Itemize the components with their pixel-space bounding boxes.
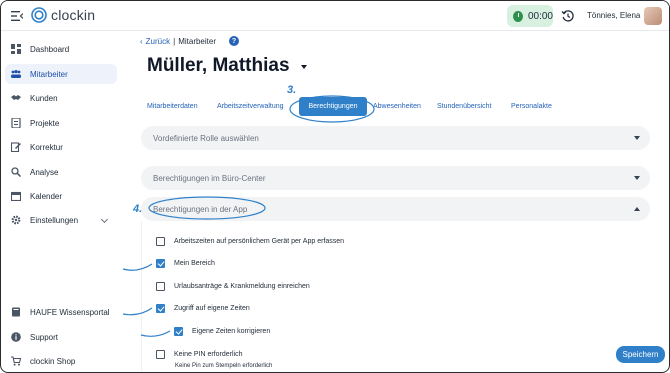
role-select[interactable]: Vordefinierte Rolle auswählen — [141, 126, 650, 150]
tab-abwesenheiten[interactable]: Abwesenheiten — [373, 103, 421, 110]
avatar[interactable] — [644, 7, 662, 25]
caret-down-icon — [634, 176, 640, 180]
permission-hint: Keine Pin zum Stempeln erforderlich — [175, 363, 273, 369]
timer-value: 00:00 — [527, 10, 553, 22]
permission-row[interactable]: Urlaubsanträge & Krankmeldung einreichen — [156, 282, 310, 291]
sidebar-item-korrektur[interactable]: Korrektur — [5, 137, 117, 157]
app-window: clockin 00:00 Tönnies, Elena Dashboard M… — [0, 0, 670, 373]
permission-label: Keine PIN erforderlich — [174, 351, 243, 358]
permission-checkbox[interactable] — [156, 304, 165, 313]
sidebar-item-shop[interactable]: clockin Shop — [5, 351, 117, 371]
collapse-menu-icon[interactable] — [11, 10, 23, 22]
sidebar-item-analyse[interactable]: Analyse — [5, 162, 117, 182]
help-icon[interactable]: ? — [229, 36, 239, 46]
clockin-logo-icon — [31, 7, 47, 23]
calendar-icon — [11, 191, 21, 201]
breadcrumb: ‹ Zurück | Mitarbeiter ? — [140, 36, 239, 46]
tab-berechtigungen[interactable]: Berechtigungen — [299, 97, 367, 116]
permission-row[interactable]: Arbeitszeiten auf persönlichem Gerät per… — [156, 237, 344, 246]
permission-checkbox[interactable] — [156, 237, 165, 246]
sidebar-item-label: Analyse — [30, 167, 59, 177]
app-permissions-label: Berechtigungen in der App — [153, 204, 248, 214]
list-icon — [11, 118, 21, 128]
sidebar-item-label: clockin Shop — [30, 356, 76, 366]
clock-icon — [513, 10, 523, 22]
sidebar-item-kunden[interactable]: Kunden — [5, 88, 117, 108]
tab-arbeitszeitverwaltung[interactable]: Arbeitszeitverwaltung — [217, 103, 284, 110]
back-chevron-icon[interactable]: ‹ — [140, 37, 143, 46]
sidebar-item-dashboard[interactable]: Dashboard — [5, 39, 117, 59]
chevron-down-icon — [100, 215, 109, 224]
sidebar: Dashboard Mitarbeiter Kunden Projekte Ko… — [1, 31, 125, 372]
annotation-step-4: 4. — [133, 203, 143, 215]
sidebar-item-projekte[interactable]: Projekte — [5, 113, 117, 133]
caret-down-icon — [634, 136, 640, 140]
logo[interactable]: clockin — [31, 7, 95, 23]
permission-checkbox[interactable] — [156, 282, 165, 291]
sidebar-item-label: Mitarbeiter — [30, 69, 68, 79]
timer-button[interactable]: 00:00 — [507, 5, 553, 27]
sidebar-item-label: HAUFE Wissensportal — [30, 307, 110, 317]
search-icon — [11, 167, 21, 177]
app-permissions-section[interactable]: Berechtigungen in der App — [141, 197, 650, 221]
edit-icon — [11, 142, 21, 152]
sidebar-item-kalender[interactable]: Kalender — [5, 186, 117, 206]
permission-checkbox[interactable] — [156, 350, 165, 359]
top-bar: clockin 00:00 Tönnies, Elena — [1, 1, 669, 31]
tab-mitarbeiterdaten[interactable]: Mitarbeiterdaten — [147, 103, 198, 110]
tab-stundenuebersicht[interactable]: Stundenübersicht — [437, 103, 491, 110]
permission-row[interactable]: Zugriff auf eigene Zeiten — [156, 304, 250, 313]
sidebar-item-mitarbeiter[interactable]: Mitarbeiter — [5, 64, 117, 84]
info-icon — [11, 332, 21, 342]
office-permissions-label: Berechtigungen im Büro-Center — [153, 173, 266, 183]
sidebar-item-label: Korrektur — [30, 142, 63, 152]
permission-label: Mein Bereich — [174, 260, 215, 267]
sidebar-item-label: Projekte — [30, 118, 60, 128]
cart-icon — [11, 356, 21, 366]
sidebar-item-haufe[interactable]: HAUFE Wissensportal — [5, 302, 117, 322]
people-icon — [11, 70, 21, 78]
sidebar-item-label: Support — [30, 332, 59, 342]
permission-label: Arbeitszeiten auf persönlichem Gerät per… — [174, 238, 345, 245]
permission-label: Eigene Zeiten korrigieren — [192, 328, 271, 335]
role-select-label: Vordefinierte Rolle auswählen — [153, 133, 259, 143]
tab-personalakte[interactable]: Personalakte — [511, 103, 552, 110]
app-name: clockin — [51, 7, 96, 23]
user-name[interactable]: Tönnies, Elena — [587, 11, 640, 20]
gear-icon — [11, 215, 21, 225]
permission-checkbox[interactable] — [156, 259, 165, 268]
annotation-step-3: 3. — [287, 84, 297, 96]
permission-row[interactable]: Mein Bereich — [156, 259, 215, 268]
permission-label: Urlaubsanträge & Krankmeldung einreichen — [174, 283, 310, 290]
permission-row[interactable]: Eigene Zeiten korrigieren — [174, 327, 270, 336]
book-icon — [12, 307, 20, 317]
permission-checkbox[interactable] — [174, 327, 183, 336]
sidebar-item-label: Dashboard — [30, 44, 70, 54]
sidebar-item-label: Kalender — [30, 191, 63, 201]
dashboard-icon — [11, 44, 21, 54]
history-icon[interactable] — [561, 9, 575, 23]
permission-row[interactable]: Keine PIN erforderlich — [156, 350, 242, 359]
sidebar-item-support[interactable]: Support — [5, 327, 117, 347]
sidebar-item-label: Kunden — [30, 93, 58, 103]
caret-up-icon — [634, 207, 640, 211]
save-button[interactable]: Speichern — [616, 346, 665, 363]
breadcrumb-separator: | — [173, 36, 176, 46]
caret-down-icon[interactable] — [301, 65, 307, 69]
back-link[interactable]: Zurück — [146, 37, 170, 46]
sidebar-item-einstellungen[interactable]: Einstellungen — [5, 210, 117, 230]
page-title[interactable]: Müller, Matthias — [147, 55, 290, 77]
breadcrumb-current: Mitarbeiter — [178, 36, 216, 46]
handshake-icon — [11, 95, 21, 100]
office-permissions-section[interactable]: Berechtigungen im Büro-Center — [141, 166, 650, 190]
sidebar-item-label: Einstellungen — [30, 215, 79, 225]
permission-label: Zugriff auf eigene Zeiten — [174, 305, 250, 312]
